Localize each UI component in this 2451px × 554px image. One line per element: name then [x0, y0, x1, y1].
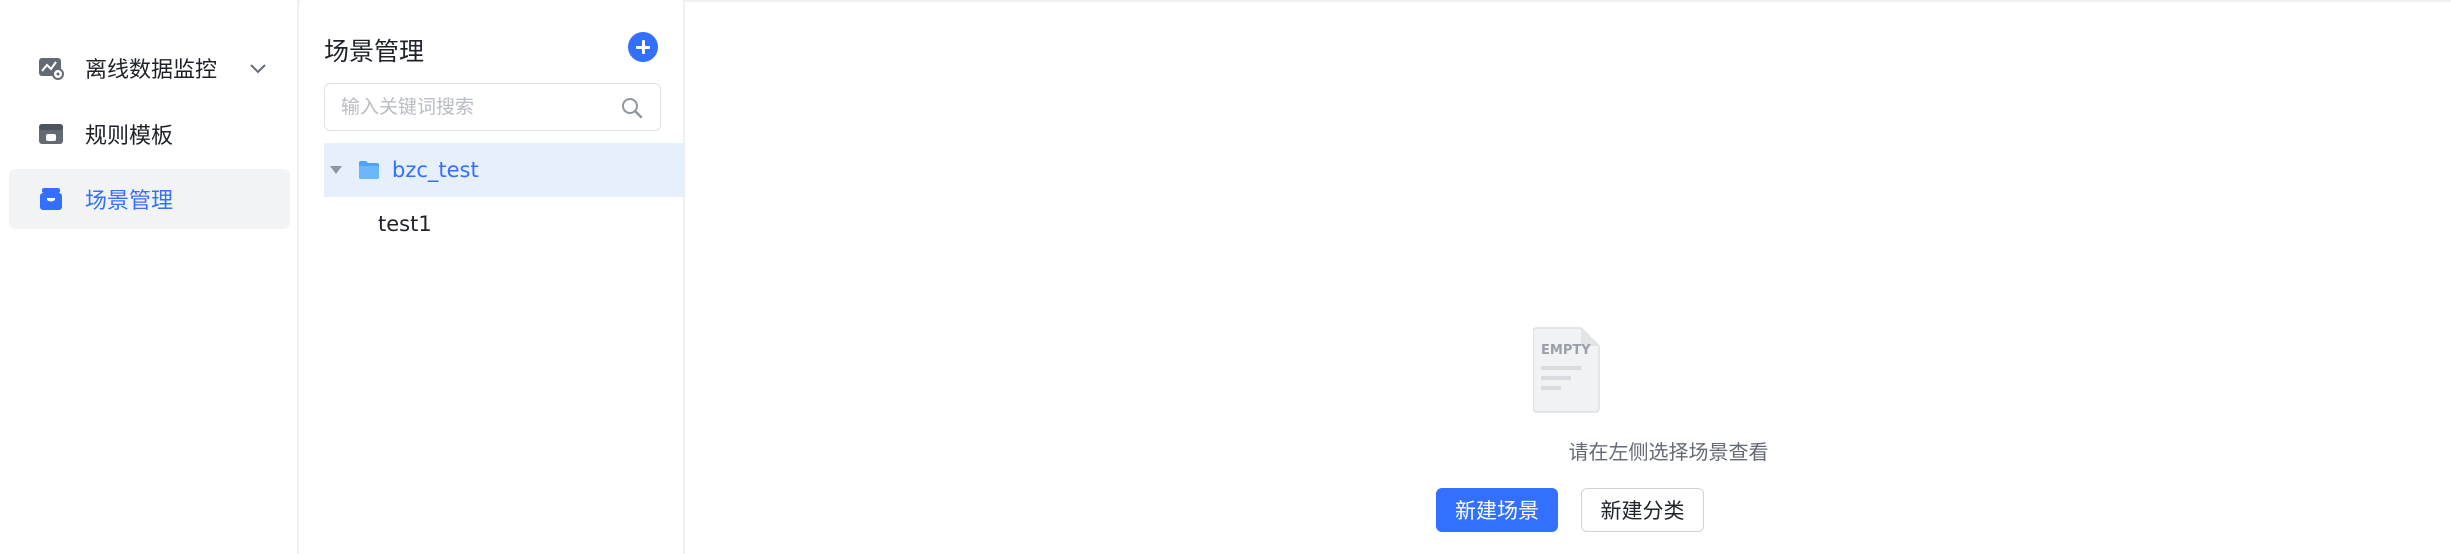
sidebar-item-label: 场景管理: [85, 189, 174, 214]
chevron-down-icon: [246, 56, 270, 80]
sidebar-nav: 离线数据监控 规则模板 场景管理: [0, 0, 299, 554]
search-box: [324, 83, 661, 131]
scene-tree-panel: 场景管理 bzc_test test1: [300, 0, 685, 554]
folder-icon: [358, 160, 380, 180]
search-input[interactable]: [341, 84, 611, 129]
tree-node-leaf[interactable]: test1: [324, 198, 685, 250]
main-content: EMPTY 请在左侧选择场景查看 新建场景 新建分类: [686, 0, 2451, 554]
panel-title: 场景管理: [324, 37, 425, 66]
new-scene-button[interactable]: 新建场景: [1436, 488, 1558, 532]
tree-node-label: bzc_test: [392, 158, 479, 182]
empty-image-text: EMPTY: [1541, 343, 1591, 358]
caret-down-icon[interactable]: [328, 162, 344, 178]
sidebar-item-label: 离线数据监控: [85, 58, 218, 83]
search-icon[interactable]: [620, 96, 644, 120]
add-scene-button[interactable]: [628, 32, 658, 62]
sidebar-item-scene-management[interactable]: 场景管理: [9, 169, 290, 229]
monitor-chart-icon: [37, 54, 65, 82]
tree-node-label: test1: [378, 212, 432, 236]
scene-box-icon: [37, 185, 65, 213]
new-category-button[interactable]: 新建分类: [1581, 488, 1704, 532]
empty-document-icon: EMPTY: [1533, 327, 1600, 413]
tree-node-folder[interactable]: bzc_test: [324, 143, 685, 197]
sidebar-item-offline-monitor[interactable]: 离线数据监控: [9, 38, 290, 98]
empty-message: 请在左侧选择场景查看: [1568, 440, 1769, 464]
sidebar-item-label: 规则模板: [85, 124, 174, 149]
sidebar-item-rule-templates[interactable]: 规则模板: [9, 104, 290, 164]
template-icon: [37, 120, 65, 148]
